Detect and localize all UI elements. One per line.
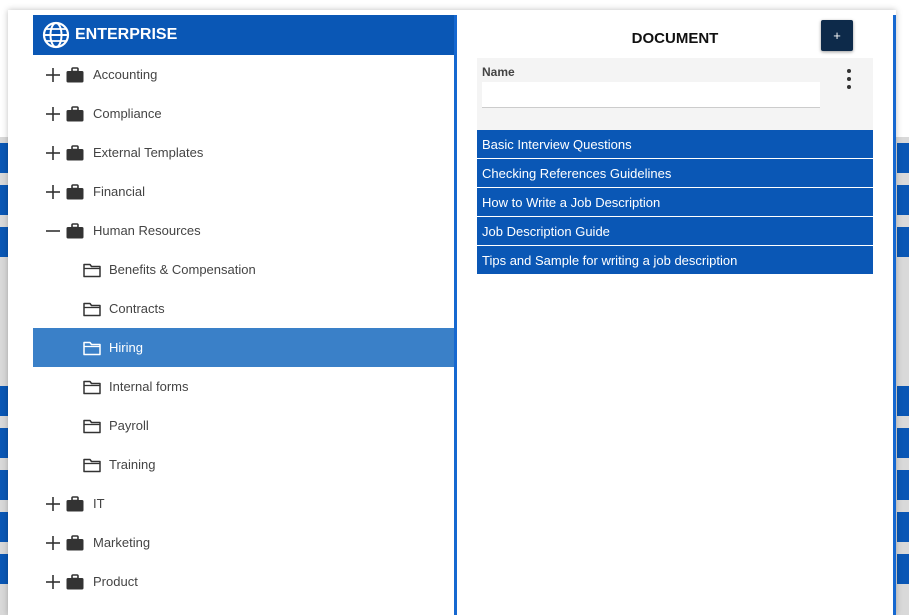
tree-item-label: Training — [109, 457, 156, 472]
tree-item-label: Payroll — [109, 418, 149, 433]
tree-item-label: Compliance — [93, 106, 162, 121]
background-row — [897, 227, 909, 257]
tree-item-it[interactable]: IT — [33, 484, 454, 523]
document-list-item[interactable]: Job Description Guide — [477, 217, 873, 246]
document-list-item[interactable]: Tips and Sample for writing a job descri… — [477, 246, 873, 274]
name-filter-input[interactable] — [482, 82, 820, 108]
expand-icon[interactable] — [46, 106, 60, 121]
background-row — [0, 386, 8, 416]
briefcase-icon — [66, 183, 84, 200]
folder-icon — [83, 379, 101, 395]
tree-item-external-templates[interactable]: External Templates — [33, 133, 454, 172]
globe-icon — [42, 21, 70, 49]
tree-item-contracts[interactable]: Contracts — [33, 289, 454, 328]
folder-icon — [83, 262, 101, 278]
tree-root-label: ENTERPRISE — [75, 26, 178, 43]
collapse-icon[interactable] — [46, 224, 60, 238]
more-options-icon[interactable] — [839, 66, 859, 92]
expand-icon[interactable] — [46, 535, 60, 550]
name-filter-panel: Name — [477, 58, 873, 130]
folder-icon — [83, 418, 101, 434]
briefcase-icon — [66, 144, 84, 161]
tree-item-training[interactable]: Training — [33, 445, 454, 484]
tree-item-label: Internal forms — [109, 379, 189, 394]
expand-icon[interactable] — [46, 184, 60, 199]
background-row — [0, 143, 8, 173]
document-browser-dialog: ENTERPRISE Accounting Compliance External … — [8, 10, 896, 615]
tree-item-label: Product — [93, 574, 138, 589]
folder-icon — [83, 340, 101, 356]
background-row — [0, 554, 8, 584]
tree-root-header[interactable]: ENTERPRISE — [33, 15, 454, 55]
background-row — [897, 143, 909, 173]
background-row — [0, 470, 8, 500]
tree-item-compliance[interactable]: Compliance — [33, 94, 454, 133]
tree-item-label: Human Resources — [93, 223, 201, 238]
document-list-item[interactable]: Checking References Guidelines — [477, 159, 873, 188]
folder-icon — [83, 301, 101, 317]
briefcase-icon — [66, 534, 84, 551]
tree-item-financial[interactable]: Financial — [33, 172, 454, 211]
tree-item-label: Accounting — [93, 67, 158, 82]
tree-item-marketing[interactable]: Marketing — [33, 523, 454, 562]
briefcase-icon — [66, 573, 84, 590]
briefcase-icon — [66, 495, 84, 512]
tree-item-label: Marketing — [93, 535, 151, 550]
tree-item-accounting[interactable]: Accounting — [33, 55, 454, 94]
name-filter-label: Name — [482, 65, 515, 79]
background-row — [0, 428, 8, 458]
tree-list: Accounting Compliance External Templates Fi… — [33, 55, 454, 601]
document-list-item[interactable]: How to Write a Job Description — [477, 188, 873, 217]
tree-item-label: Contracts — [109, 301, 165, 316]
expand-icon[interactable] — [46, 67, 60, 82]
tree-item-label: Benefits & Compensation — [109, 262, 256, 277]
background-row — [897, 386, 909, 416]
tree-item-internal-forms[interactable]: Internal forms — [33, 367, 454, 406]
document-list-item[interactable]: Basic Interview Questions — [477, 130, 873, 159]
background-row — [0, 227, 8, 257]
expand-icon[interactable] — [46, 496, 60, 511]
background-row — [0, 185, 8, 215]
background-row — [897, 185, 909, 215]
tree-item-label: External Templates — [93, 145, 204, 160]
tree-item-hiring[interactable]: Hiring — [33, 328, 454, 367]
expand-icon[interactable] — [46, 145, 60, 160]
background-row — [897, 512, 909, 542]
background-row — [0, 512, 8, 542]
background-row — [897, 470, 909, 500]
tree-item-benefits-compensation[interactable]: Benefits & Compensation — [33, 250, 454, 289]
tree-item-product[interactable]: Product — [33, 562, 454, 601]
tree-item-human-resources[interactable]: Human Resources — [33, 211, 454, 250]
folder-icon — [83, 457, 101, 473]
briefcase-icon — [66, 66, 84, 83]
briefcase-icon — [66, 105, 84, 122]
tree-item-label: Financial — [93, 184, 146, 199]
background-row — [897, 428, 909, 458]
pane-border — [893, 15, 896, 615]
document-pane: DOCUMENT + Name Basic Interview Question… — [457, 15, 893, 615]
tree-item-label: IT — [93, 496, 105, 511]
add-document-button[interactable]: + — [821, 20, 853, 51]
expand-icon[interactable] — [46, 574, 60, 589]
briefcase-icon — [66, 222, 84, 239]
folder-tree-pane: ENTERPRISE Accounting Compliance External … — [33, 15, 454, 615]
tree-item-label: Hiring — [109, 340, 143, 355]
document-list: Basic Interview Questions Checking Refere… — [477, 130, 873, 274]
background-row — [897, 554, 909, 584]
tree-item-payroll[interactable]: Payroll — [33, 406, 454, 445]
